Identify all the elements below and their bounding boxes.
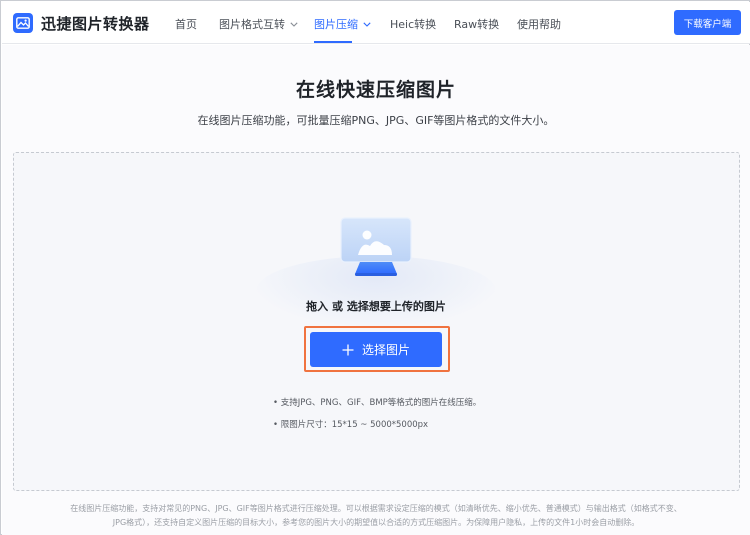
nav-home[interactable]: 首页: [175, 16, 197, 32]
nav-active-indicator: [314, 41, 352, 43]
nav-format-convert-label: 图片格式互转: [219, 18, 285, 31]
page-subtitle: 在线图片压缩功能，可批量压缩PNG、JPG、GIF等图片格式的文件大小。: [197, 114, 555, 127]
select-image-label: 选择图片: [361, 343, 410, 357]
nav-help-label: 使用帮助: [517, 18, 561, 31]
chevron-down-icon: [363, 21, 371, 27]
footer-note-line-1: 在线图片压缩功能，支持对常见的PNG、JPG、GIF等图片格式进行压缩处理。可以…: [70, 504, 682, 513]
page-title: 在线快速压缩图片: [295, 79, 456, 101]
drop-hint-text: 拖入 或 选择想要上传的图片: [306, 300, 446, 313]
nav-heic-label: Heic转换: [390, 18, 437, 31]
footer-note: 在线图片压缩功能，支持对常见的PNG、JPG、GIF等图片格式进行压缩处理。可以…: [1, 502, 750, 530]
nav-help[interactable]: 使用帮助: [517, 16, 561, 32]
nav-compress-label: 图片压缩: [314, 18, 358, 31]
nav-heic[interactable]: Heic转换: [390, 16, 436, 32]
footer-note-line-2: JPG格式），还支持自定义图片压缩的目标大小，参考您的图片大小的期望值以合适的方…: [112, 518, 640, 527]
nav-format-convert[interactable]: 图片格式互转: [219, 16, 298, 32]
logo-text: 迅捷图片转换器: [41, 14, 150, 33]
nav-compress[interactable]: 图片压缩: [314, 16, 371, 32]
logo[interactable]: 迅捷图片转换器: [13, 13, 150, 33]
chevron-down-icon: [290, 21, 298, 27]
page-frame: 迅捷图片转换器 首页 图片格式互转 图片压缩 Heic转换 Raw转换 使用帮助…: [0, 0, 750, 535]
image-upload-icon: [338, 215, 414, 279]
nav-home-label: 首页: [175, 18, 197, 31]
nav-raw-label: Raw转换: [454, 18, 500, 31]
info-formats: • 支持JPG、PNG、GIF、BMP等格式的图片在线压缩。: [273, 398, 482, 408]
select-image-button[interactable]: 选择图片: [310, 332, 442, 367]
logo-icon: [13, 13, 33, 33]
download-client-button[interactable]: 下载客户端: [674, 10, 741, 35]
nav-raw[interactable]: Raw转换: [454, 16, 499, 32]
top-header: 迅捷图片转换器 首页 图片格式互转 图片压缩 Heic转换 Raw转换 使用帮助…: [2, 2, 750, 44]
plus-icon: [342, 344, 354, 356]
info-size-limit: • 限图片尺寸：15*15 ~ 5000*5000px: [273, 420, 429, 430]
